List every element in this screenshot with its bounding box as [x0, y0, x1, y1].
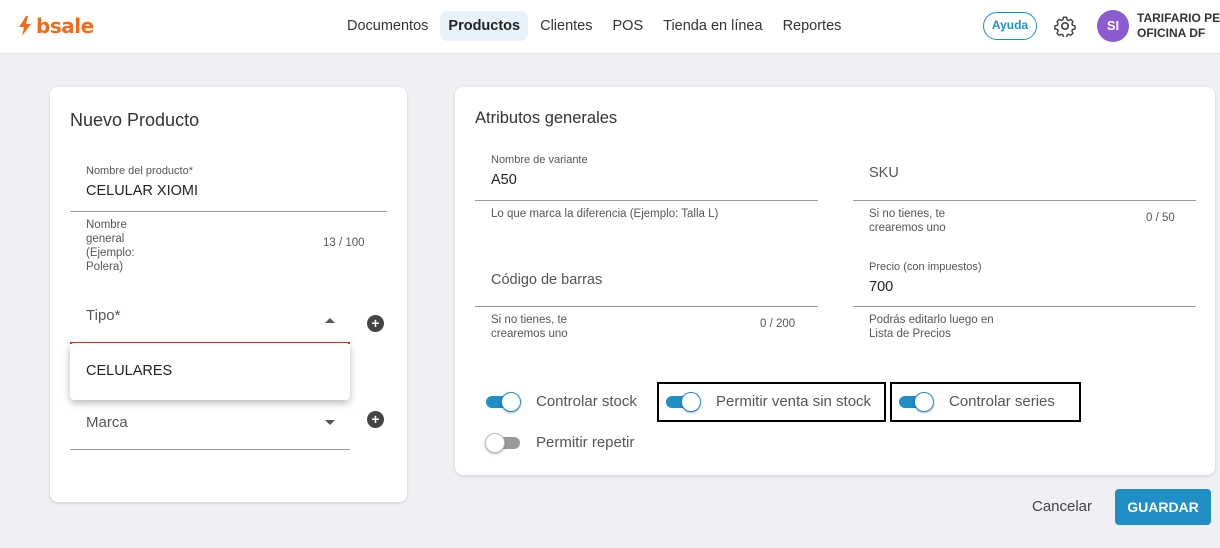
chevron-down-icon[interactable] [325, 420, 335, 425]
help-button[interactable]: Ayuda [983, 12, 1037, 40]
sku-hint: Si no tienes, te crearemos uno [869, 208, 946, 234]
barcode-input[interactable]: Código de barras [491, 272, 602, 288]
price-hint: Podrás editarlo luego en Lista de Precio… [869, 314, 994, 340]
sku-counter: 0 / 50 [1146, 212, 1175, 224]
variant-name-input[interactable]: A50 [491, 172, 517, 188]
brand-name: bsale [36, 14, 94, 38]
sku-underline [853, 200, 1196, 201]
product-name-label: Nombre del producto* [86, 165, 194, 177]
variant-name-underline [475, 200, 818, 201]
barcode-hint: Si no tienes, te crearemos uno [491, 314, 568, 340]
tipo-dropdown-menu: CELULARES [70, 343, 350, 400]
cancel-button[interactable]: Cancelar [1025, 490, 1099, 524]
save-button[interactable]: GUARDAR [1115, 489, 1211, 525]
permitir-venta-sin-stock-label: Permitir venta sin stock [716, 393, 872, 410]
permitir-repetir-toggle[interactable] [485, 431, 521, 453]
marca-select[interactable]: Marca [86, 414, 128, 431]
user-account[interactable]: TARIFARIO PER OFICINA DF [1137, 11, 1220, 41]
chevron-up-icon[interactable] [325, 318, 335, 323]
price-input[interactable]: 700 [869, 279, 893, 295]
nav-item-tienda-en-linea[interactable]: Tienda en línea [655, 11, 770, 41]
top-bar: bsale Documentos Productos Clientes POS … [0, 0, 1220, 54]
sku-input[interactable]: SKU [869, 165, 899, 181]
new-product-title: Nuevo Producto [70, 110, 200, 130]
product-name-input[interactable]: CELULAR XIOMI [86, 183, 198, 199]
permitir-repetir-label: Permitir repetir [536, 434, 635, 451]
variant-name-hint: Lo que marca la diferencia (Ejemplo: Tal… [491, 208, 719, 220]
main-nav: Documentos Productos Clientes POS Tienda… [339, 11, 853, 41]
controlar-stock-label: Controlar stock [536, 393, 637, 410]
product-name-counter: 13 / 100 [323, 237, 365, 249]
tipo-select[interactable]: Tipo* [86, 307, 120, 324]
product-name-underline [70, 211, 387, 212]
controlar-series-toggle[interactable] [898, 390, 934, 412]
nav-item-reportes[interactable]: Reportes [775, 11, 850, 41]
nav-item-documentos[interactable]: Documentos [339, 11, 436, 41]
controlar-stock-toggle[interactable] [485, 390, 521, 412]
variant-name-label: Nombre de variante [491, 154, 588, 166]
permitir-venta-sin-stock-toggle[interactable] [665, 390, 701, 412]
price-underline [853, 306, 1196, 307]
barcode-underline [475, 306, 818, 307]
bsale-logo[interactable]: bsale [17, 14, 94, 38]
user-office: OFICINA DF [1137, 26, 1206, 40]
barcode-counter: 0 / 200 [760, 318, 796, 330]
marca-underline [70, 449, 350, 450]
tipo-option-celulares[interactable]: CELULARES [86, 363, 172, 379]
price-label: Precio (con impuestos) [869, 261, 982, 273]
new-product-card [50, 87, 407, 502]
nav-item-pos[interactable]: POS [605, 11, 652, 41]
user-company: TARIFARIO PER [1137, 11, 1220, 25]
controlar-series-label: Controlar series [949, 393, 1055, 410]
product-name-hint: Nombre general (Ejemplo: Polera) [86, 219, 135, 273]
gear-icon[interactable] [1054, 15, 1076, 37]
avatar[interactable]: SI [1097, 10, 1129, 42]
nav-item-clientes[interactable]: Clientes [532, 11, 600, 41]
bsale-logo-icon [19, 16, 31, 36]
nav-item-productos[interactable]: Productos [440, 11, 529, 41]
add-marca-icon[interactable]: + [367, 411, 384, 428]
general-attributes-title: Atributos generales [475, 109, 618, 127]
add-tipo-icon[interactable]: + [367, 315, 384, 332]
